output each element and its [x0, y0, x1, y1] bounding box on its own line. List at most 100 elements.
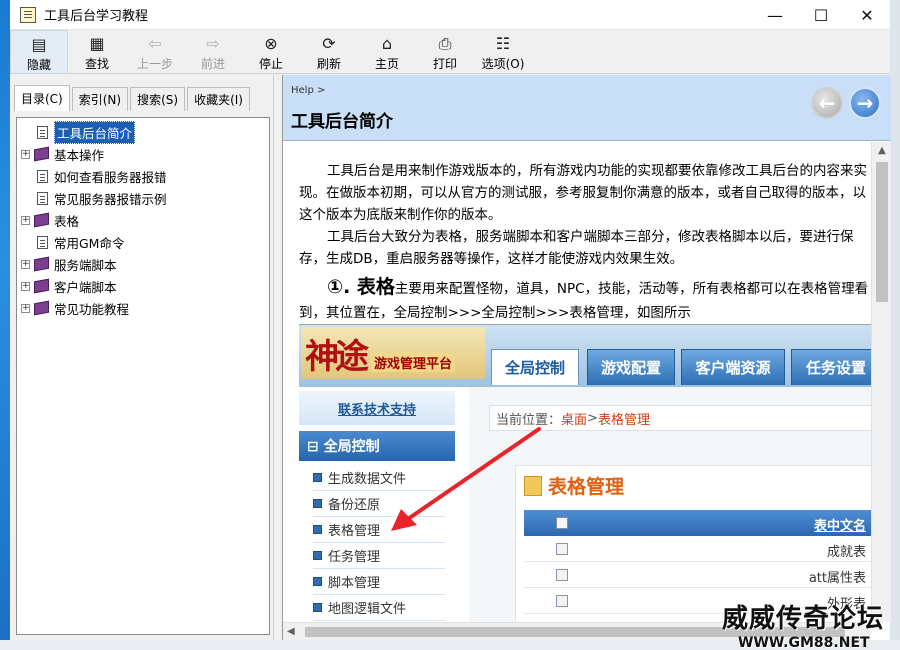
- refresh-button[interactable]: ⟳ 刷新: [300, 30, 358, 74]
- book-icon: [34, 278, 49, 294]
- expand-icon[interactable]: +: [21, 281, 30, 291]
- expand-icon[interactable]: +: [21, 149, 30, 159]
- scroll-up-icon[interactable]: ▲: [872, 142, 892, 160]
- minimize-button[interactable]: —: [752, 0, 798, 30]
- shot-contact: 联系技术支持: [299, 391, 455, 425]
- stop-button[interactable]: ⊗ 停止: [242, 30, 300, 74]
- topic-body: 工具后台是用来制作游戏版本的，所有游戏内功能的实现都要依靠修改工具后台的内容来实…: [283, 142, 871, 622]
- tree-item[interactable]: + 客户端脚本: [21, 276, 117, 296]
- back-arrow-icon: ⇦: [148, 34, 162, 53]
- shot-group: ⊟ 全局控制: [299, 431, 455, 461]
- tree-item[interactable]: + 表格: [21, 210, 79, 230]
- shot-tab: 任务设置: [791, 349, 871, 385]
- watermark: 威威传奇论坛 WWW.GM88.NET: [722, 604, 885, 650]
- options-button[interactable]: ☷ 选项(O): [474, 30, 532, 74]
- page-title: 工具后台简介: [291, 112, 393, 132]
- scroll-thumb[interactable]: [876, 162, 888, 302]
- window-right-edge: [890, 0, 900, 650]
- tree-item[interactable]: + 常见功能教程: [21, 298, 129, 318]
- shot-main: 当前位置： 桌面 > 表格管理 表格管理 表中文名 成就表 att属性表 外形表: [469, 387, 871, 622]
- tree-item[interactable]: 如何查看服务器报错: [37, 166, 167, 186]
- tree-item[interactable]: 常见服务器报错示例: [37, 188, 167, 208]
- contents-tree: 工具后台简介 + 基本操作 如何查看服务器报错 常见服务器报错示例 + 表格 常…: [16, 117, 270, 635]
- topic-header: Help > 工具后台简介 ← →: [283, 75, 891, 141]
- document-icon: [37, 125, 48, 139]
- nav-tabs: 目录(C) 索引(N) 搜索(S) 收藏夹(I): [14, 85, 252, 111]
- shot-item: 脚本管理: [313, 569, 445, 595]
- shot-item: 备份还原: [313, 491, 445, 517]
- item-icon: [313, 525, 322, 534]
- tree-item[interactable]: 工具后台简介: [37, 120, 136, 144]
- vertical-scrollbar[interactable]: ▲: [871, 142, 891, 622]
- home-icon: ⌂: [381, 34, 393, 53]
- section-table: ①. 表格主要用来配置怪物，道具，NPC，技能，活动等，所有表格都可以在表格管理…: [299, 275, 869, 325]
- item-icon: [313, 603, 322, 612]
- checkbox: [556, 543, 568, 555]
- tab-favorites[interactable]: 收藏夹(I): [187, 87, 250, 111]
- shot-tab: 客户端资源: [681, 349, 785, 385]
- tab-index[interactable]: 索引(N): [71, 87, 129, 111]
- forward-arrow-icon: ⇨: [206, 34, 220, 53]
- document-icon: [37, 169, 48, 183]
- checkbox: [556, 517, 568, 529]
- find-icon: ▦: [89, 34, 105, 53]
- forward-button[interactable]: ⇨ 前进: [184, 30, 242, 74]
- shot-table-row: att属性表: [524, 562, 871, 588]
- shot-table-header: 表中文名: [524, 510, 871, 536]
- hide-button[interactable]: ▤ 隐藏: [10, 30, 68, 74]
- item-icon: [313, 551, 322, 560]
- book-icon: [34, 146, 49, 162]
- help-app-icon: [20, 6, 36, 23]
- close-button[interactable]: ✕: [844, 0, 890, 30]
- shot-tab: 游戏配置: [587, 349, 675, 385]
- print-button[interactable]: ⎙ 打印: [416, 30, 474, 74]
- shot-item: 地图逻辑文件: [313, 595, 445, 621]
- book-icon: [34, 300, 49, 316]
- topic-pane: Help > 工具后台简介 ← → 工具后台是用来制作游戏版本的，所有游戏内功能…: [282, 75, 891, 641]
- shot-item: 生成数据文件: [313, 465, 445, 491]
- refresh-icon: ⟳: [322, 34, 336, 53]
- shot-item: 表格管理: [313, 517, 445, 543]
- scroll-left-icon[interactable]: ◀: [287, 623, 295, 641]
- shot-panel-title: 表格管理: [524, 472, 624, 499]
- book-icon: [34, 212, 49, 228]
- document-icon: [37, 235, 48, 249]
- stop-icon: ⊗: [264, 34, 278, 53]
- options-icon: ☷: [495, 34, 511, 53]
- back-button[interactable]: ⇦ 上一步: [126, 30, 184, 74]
- desktop-edge: [0, 0, 10, 650]
- breadcrumb[interactable]: Help >: [291, 85, 325, 96]
- shot-table-row: 成就表: [524, 536, 871, 562]
- hide-pane-icon: ▤: [31, 35, 47, 54]
- tree-item[interactable]: + 服务端脚本: [21, 254, 117, 274]
- shot-breadcrumb: 当前位置： 桌面 > 表格管理: [489, 405, 871, 431]
- shot-logo: 神途 游戏管理平台: [301, 327, 485, 379]
- tree-item[interactable]: + 基本操作: [21, 144, 104, 164]
- expand-icon[interactable]: +: [21, 303, 30, 313]
- tab-search[interactable]: 搜索(S): [130, 87, 186, 111]
- book-icon: [34, 256, 49, 272]
- tab-contents[interactable]: 目录(C): [14, 85, 70, 111]
- expand-icon[interactable]: +: [21, 215, 30, 225]
- find-button[interactable]: ▦ 查找: [68, 30, 126, 74]
- toolbar: ▤ 隐藏 ▦ 查找 ⇦ 上一步 ⇨ 前进 ⊗ 停止 ⟳ 刷新 ⌂ 主页 ⎙ 打印: [10, 30, 890, 74]
- arrow-left-icon: ←: [818, 91, 836, 115]
- help-window: 工具后台学习教程 — ☐ ✕ ▤ 隐藏 ▦ 查找 ⇦ 上一步 ⇨ 前进 ⊗ 停止…: [0, 0, 900, 650]
- folder-icon: [524, 475, 542, 496]
- embedded-screenshot: 神途 游戏管理平台 全局控制 游戏配置 客户端资源 任务设置 联系技术支持 ⊟ …: [299, 324, 871, 622]
- checkbox: [556, 595, 568, 607]
- document-icon: [37, 191, 48, 205]
- expand-icon[interactable]: +: [21, 259, 30, 269]
- item-icon: [313, 577, 322, 586]
- intro-paragraph: 工具后台是用来制作游戏版本的，所有游戏内功能的实现都要依靠修改工具后台的内容来实…: [299, 163, 867, 223]
- next-topic-button[interactable]: →: [849, 87, 881, 119]
- tree-item[interactable]: 常用GM命令: [37, 232, 124, 252]
- item-icon: [313, 499, 322, 508]
- maximize-button[interactable]: ☐: [798, 0, 844, 30]
- arrow-right-icon: →: [856, 91, 874, 115]
- item-icon: [313, 473, 322, 482]
- home-button[interactable]: ⌂ 主页: [358, 30, 416, 74]
- previous-topic-button[interactable]: ←: [811, 87, 843, 119]
- shot-item: 任务管理: [313, 543, 445, 569]
- overview-paragraph: 工具后台大致分为表格，服务端脚本和客户端脚本三部分，修改表格脚本以后，要进行保存…: [299, 229, 854, 267]
